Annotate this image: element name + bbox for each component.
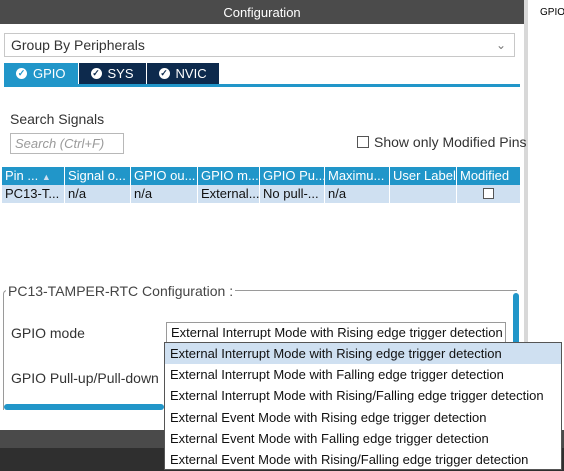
tab-label: GPIO xyxy=(33,66,66,81)
search-input[interactable] xyxy=(10,133,124,154)
configuration-title: Configuration xyxy=(223,4,301,20)
sort-arrows-icon: ▲ xyxy=(41,172,51,182)
cell-gpio-pull: No pull-... xyxy=(260,185,325,203)
peripheral-tabs: ✓ GPIO ✓ SYS ✓ NVIC xyxy=(4,63,220,84)
column-header-modified[interactable]: Modified xyxy=(457,167,520,185)
column-header-gpio-pull[interactable]: GPIO Pu... xyxy=(260,167,325,185)
right-panel-gpio-label: GPIO xyxy=(540,7,564,18)
cell-user-label xyxy=(390,185,457,203)
dropdown-option[interactable]: External Event Mode with Falling edge tr… xyxy=(165,428,561,449)
cell-gpio-mode: External... xyxy=(198,185,260,203)
cell-maximum: n/a xyxy=(325,185,390,203)
dropdown-option[interactable]: External Interrupt Mode with Falling edg… xyxy=(165,364,561,385)
check-circle-icon: ✓ xyxy=(90,68,102,79)
tab-label: SYS xyxy=(107,66,134,81)
dropdown-option[interactable]: External Interrupt Mode with Rising/Fall… xyxy=(165,385,561,406)
table-row[interactable]: PC13-T... n/a n/a External... No pull-..… xyxy=(2,185,520,203)
gpio-mode-dropdown-list: External Interrupt Mode with Rising edge… xyxy=(164,342,562,470)
show-modified-label: Show only Modified Pins xyxy=(374,134,527,150)
dropdown-option[interactable]: External Event Mode with Rising edge tri… xyxy=(165,407,561,428)
cell-pin: PC13-T... xyxy=(2,185,65,203)
pin-table: Pin ... ▲ Signal o... GPIO ou... GPIO m.… xyxy=(2,167,520,203)
tab-underline xyxy=(4,84,520,87)
tab-nvic[interactable]: ✓ NVIC xyxy=(146,63,220,84)
tab-gpio[interactable]: ✓ GPIO xyxy=(4,63,79,84)
column-header-user-label[interactable]: User Label xyxy=(390,167,457,185)
tab-label: NVIC xyxy=(175,66,207,81)
gpio-mode-label: GPIO mode xyxy=(11,325,85,341)
column-header-signal[interactable]: Signal o... xyxy=(65,167,131,185)
column-header-gpio-mode[interactable]: GPIO m... xyxy=(198,167,260,185)
check-circle-icon: ✓ xyxy=(158,68,170,79)
gpio-mode-select[interactable]: External Interrupt Mode with Rising edge… xyxy=(166,322,506,343)
dropdown-option[interactable]: External Interrupt Mode with Rising edge… xyxy=(165,343,561,365)
dropdown-option[interactable]: External Event Mode with Rising/Falling … xyxy=(165,449,561,470)
gpio-pull-label: GPIO Pull-up/Pull-down xyxy=(11,370,159,386)
column-header-gpio-output[interactable]: GPIO ou... xyxy=(131,167,198,185)
tab-sys[interactable]: ✓ SYS xyxy=(78,63,147,84)
chevron-down-icon: ⌄ xyxy=(495,38,506,52)
gpio-mode-value: External Interrupt Mode with Rising edge… xyxy=(171,325,503,340)
cell-signal: n/a xyxy=(65,185,131,203)
show-modified-checkbox[interactable] xyxy=(357,136,369,148)
modified-checkbox[interactable] xyxy=(483,188,494,199)
column-header-pin[interactable]: Pin ... ▲ xyxy=(2,167,65,185)
column-header-label: Pin ... xyxy=(5,168,39,183)
group-by-dropdown[interactable]: Group By Peripherals ⌄ xyxy=(4,33,515,57)
group-by-value: Group By Peripherals xyxy=(11,37,145,53)
horizontal-scrollbar[interactable] xyxy=(4,404,164,410)
column-header-maximum[interactable]: Maximu... xyxy=(325,167,390,185)
configuration-header: Configuration xyxy=(0,0,524,24)
pin-configuration-title: PC13-TAMPER-RTC Configuration : xyxy=(6,283,236,299)
cell-gpio-output: n/a xyxy=(131,185,198,203)
cell-modified xyxy=(457,185,520,203)
search-signals-label: Search Signals xyxy=(10,111,105,127)
stm32-configuration-window: Configuration GPIO Group By Peripherals … xyxy=(0,0,564,471)
table-header-row: Pin ... ▲ Signal o... GPIO ou... GPIO m.… xyxy=(2,167,520,185)
check-circle-icon: ✓ xyxy=(16,68,27,79)
